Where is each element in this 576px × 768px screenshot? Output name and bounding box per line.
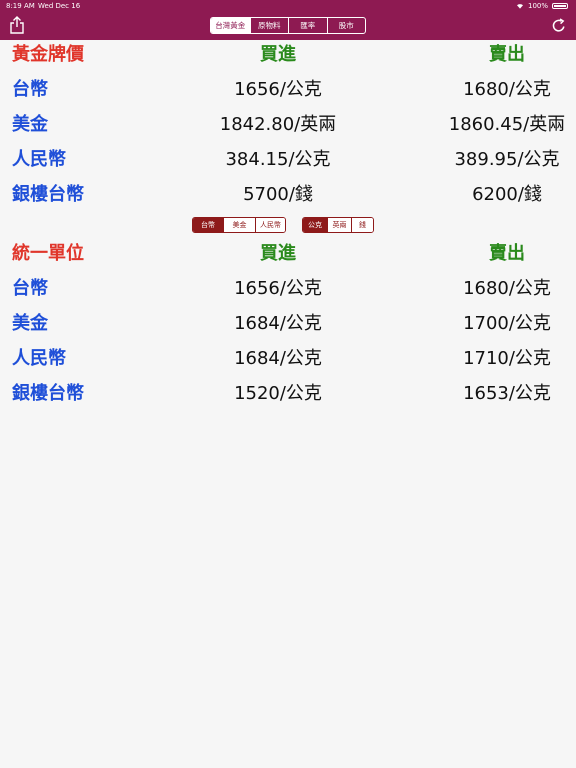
buy-price: 1656/公克: [234, 278, 322, 299]
table-row: 台幣 1656/公克 1680/公克: [0, 275, 576, 303]
buy-price: 1684/公克: [234, 348, 322, 369]
buy-price: 1842.80/英兩: [219, 114, 337, 135]
row-label: 銀樓台幣: [12, 184, 84, 205]
buy-header: 買進: [260, 243, 296, 264]
table-row: 銀樓台幣 1520/公克 1653/公克: [0, 380, 576, 408]
table-row: 人民幣 384.15/公克 389.95/公克: [0, 146, 576, 174]
status-bar: 8:19 AM Wed Dec 16 100%: [0, 0, 576, 12]
top-tabs: 台灣黃金 原物料 匯率 股市: [210, 17, 366, 34]
tab-taiwan-gold[interactable]: 台灣黃金: [211, 18, 250, 33]
row-label: 銀樓台幣: [12, 383, 84, 404]
table-row: 美金 1842.80/英兩 1860.45/英兩: [0, 111, 576, 139]
unit-option-ounce[interactable]: 英兩: [327, 218, 351, 232]
unified-unit-title: 統一單位: [12, 243, 84, 264]
sell-price: 1653/公克: [463, 383, 551, 404]
buy-price: 384.15/公克: [225, 149, 331, 170]
currency-option-cny[interactable]: 人民幣: [255, 218, 285, 232]
buy-price: 5700/錢: [243, 184, 313, 205]
share-icon[interactable]: [9, 16, 25, 34]
buy-price: 1684/公克: [234, 313, 322, 334]
tab-stocks[interactable]: 股市: [326, 18, 366, 33]
sell-header: 賣出: [489, 243, 525, 264]
currency-selector: 台幣 美金 人民幣: [192, 217, 286, 233]
sell-price: 6200/錢: [472, 184, 542, 205]
sell-price: 389.95/公克: [454, 149, 560, 170]
status-time: 8:19 AM: [6, 2, 35, 10]
row-label: 美金: [12, 114, 48, 135]
sell-price: 1700/公克: [463, 313, 551, 334]
sell-price: 1710/公克: [463, 348, 551, 369]
buy-price: 1520/公克: [234, 383, 322, 404]
battery-icon: [552, 3, 568, 9]
currency-option-usd[interactable]: 美金: [223, 218, 255, 232]
sell-header: 賣出: [489, 44, 525, 65]
refresh-icon[interactable]: [551, 16, 567, 34]
table-row: 台幣 1656/公克 1680/公克: [0, 76, 576, 104]
table-row: 人民幣 1684/公克 1710/公克: [0, 345, 576, 373]
table-row: 銀樓台幣 5700/錢 6200/錢: [0, 181, 576, 209]
sell-price: 1860.45/英兩: [448, 114, 566, 135]
unified-unit-header: 統一單位 買進 賣出: [0, 240, 576, 268]
row-label: 美金: [12, 313, 48, 334]
table-row: 美金 1684/公克 1700/公克: [0, 310, 576, 338]
status-right: 100%: [516, 0, 568, 12]
row-label: 人民幣: [12, 149, 66, 170]
row-label: 台幣: [12, 79, 48, 100]
nav-bar: 8:19 AM Wed Dec 16 100% 台灣黃金 原物料 匯率 股市: [0, 0, 576, 40]
buy-price: 1656/公克: [234, 79, 322, 100]
tab-commodities[interactable]: 原物料: [249, 18, 289, 33]
buy-header: 買進: [260, 44, 296, 65]
gold-price-title: 黃金牌價: [12, 44, 84, 65]
gold-price-header: 黃金牌價 買進 賣出: [0, 41, 576, 69]
wifi-icon: [516, 4, 523, 9]
unit-option-qian[interactable]: 錢: [351, 218, 373, 232]
tab-exchange-rate[interactable]: 匯率: [288, 18, 327, 33]
sell-price: 1680/公克: [463, 79, 551, 100]
battery-percent: 100%: [527, 2, 548, 10]
sell-price: 1680/公克: [463, 278, 551, 299]
status-date: Wed Dec 16: [38, 2, 81, 10]
row-label: 人民幣: [12, 348, 66, 369]
unit-selector: 公克 英兩 錢: [302, 217, 374, 233]
row-label: 台幣: [12, 278, 48, 299]
unit-option-gram[interactable]: 公克: [303, 218, 327, 232]
currency-option-twd[interactable]: 台幣: [193, 218, 223, 232]
